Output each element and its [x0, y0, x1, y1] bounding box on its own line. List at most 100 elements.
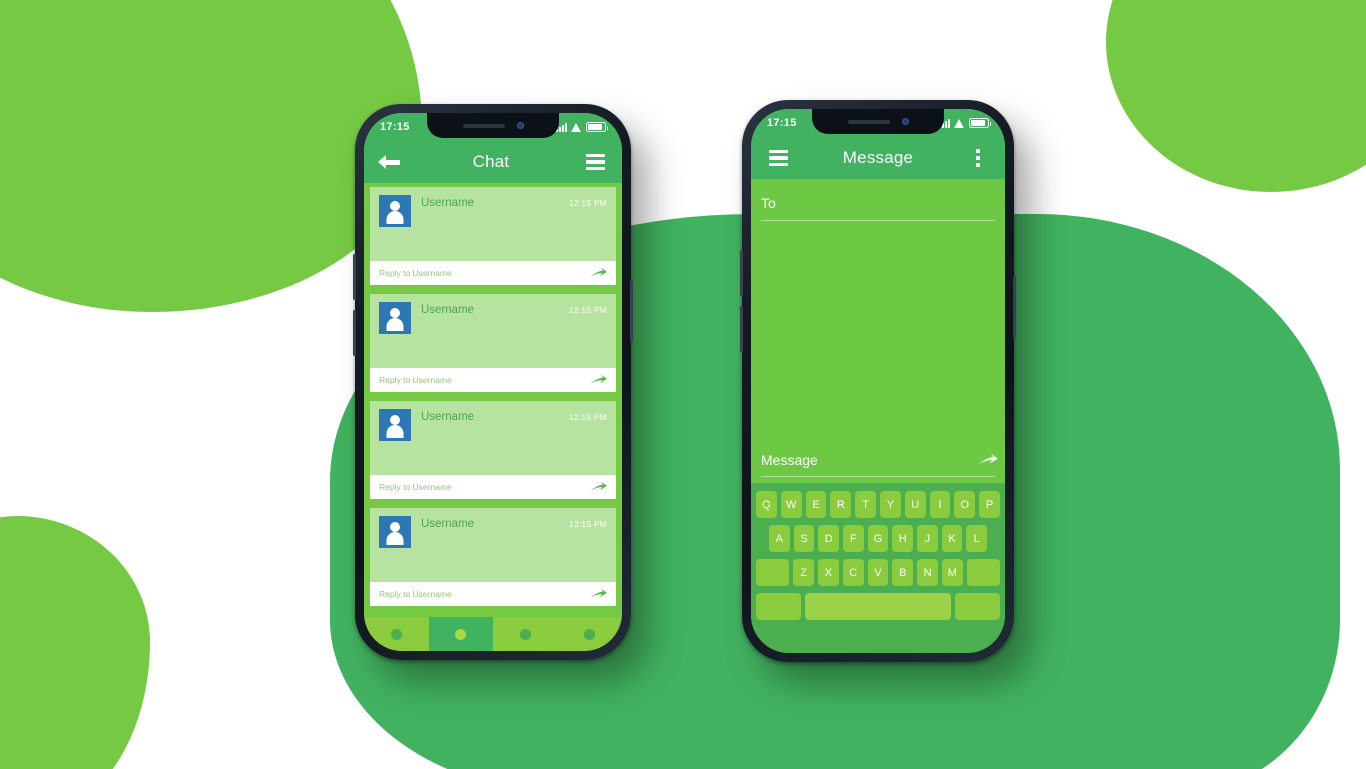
chat-timestamp: 12:15 PM [569, 412, 607, 422]
status-time: 17:15 [767, 117, 797, 129]
wifi-icon [571, 123, 582, 132]
backspace-key[interactable] [966, 559, 1000, 586]
key-h[interactable]: H [892, 525, 914, 552]
hamburger-menu-icon[interactable] [765, 145, 791, 171]
app-mockup-canvas: 17:15 Chat Username 12:15 PM Reply to Us… [0, 0, 1366, 769]
speaker-grille-icon [847, 119, 890, 124]
chat-username: Username [421, 304, 475, 316]
key-f[interactable]: F [843, 525, 864, 552]
key-t[interactable]: T [855, 491, 876, 518]
hamburger-menu-icon[interactable] [582, 149, 608, 175]
send-arrow-icon[interactable] [590, 374, 607, 387]
key-o[interactable]: O [954, 491, 976, 518]
key-a[interactable]: A [768, 525, 790, 552]
nav-dot-icon [584, 628, 596, 640]
chat-card[interactable]: Username 12:15 PM Reply to Username [370, 508, 616, 606]
nav-dot-icon [455, 628, 467, 640]
key-d[interactable]: D [818, 525, 839, 552]
keyboard-row-1: Q W E R T Y U I O P [756, 491, 1000, 518]
key-c[interactable]: C [842, 559, 864, 586]
key-j[interactable]: J [917, 525, 938, 552]
keyboard-row-4 [756, 593, 1000, 620]
nav-item-2[interactable] [428, 617, 493, 651]
battery-icon [969, 118, 991, 128]
reply-input[interactable]: Reply to Username [379, 589, 590, 599]
key-u[interactable]: U [904, 491, 926, 518]
message-app-bar: Message [751, 137, 1005, 179]
reply-bar[interactable]: Reply to Username [370, 475, 616, 499]
reply-bar[interactable]: Reply to Username [370, 368, 616, 392]
key-w[interactable]: W [780, 491, 802, 518]
key-q[interactable]: Q [756, 491, 777, 518]
page-title: Message [842, 148, 914, 167]
send-arrow-icon[interactable] [590, 588, 607, 601]
front-camera-icon [901, 118, 909, 125]
user-avatar-icon [379, 409, 411, 441]
key-p[interactable]: P [979, 491, 1000, 518]
key-i[interactable]: I [929, 491, 951, 518]
chat-username: Username [421, 197, 475, 209]
status-time: 17:15 [380, 121, 410, 133]
chat-timestamp: 12:15 PM [569, 198, 607, 208]
user-avatar-icon [379, 516, 411, 548]
key-y[interactable]: Y [880, 491, 901, 518]
key-v[interactable]: V [867, 559, 889, 586]
keyboard-row-2: A S D F G H J K L [756, 525, 1000, 552]
reply-input[interactable]: Reply to Username [379, 375, 590, 385]
reply-bar[interactable]: Reply to Username [370, 582, 616, 606]
key-m[interactable]: M [941, 559, 963, 586]
chat-username: Username [421, 518, 475, 530]
chat-card-header: Username 12:15 PM [370, 401, 616, 475]
nav-dot-icon [519, 628, 531, 640]
reply-bar[interactable]: Reply to Username [370, 261, 616, 285]
key-e[interactable]: E [805, 491, 827, 518]
shift-key[interactable] [756, 559, 790, 586]
to-field[interactable]: To [761, 185, 995, 221]
message-input[interactable]: Message [761, 452, 978, 468]
chat-screen: 17:15 Chat Username 12:15 PM Reply to Us… [364, 113, 622, 651]
send-arrow-icon[interactable] [978, 453, 998, 466]
send-arrow-icon[interactable] [590, 267, 607, 280]
key-n[interactable]: N [917, 559, 938, 586]
nav-item-1[interactable] [364, 617, 429, 651]
nav-item-4[interactable] [558, 617, 623, 651]
key-r[interactable]: R [830, 491, 852, 518]
key-s[interactable]: S [793, 525, 815, 552]
notch [812, 109, 944, 134]
nav-item-3[interactable] [493, 617, 558, 651]
symbols-key[interactable] [756, 593, 801, 620]
return-key[interactable] [955, 593, 1000, 620]
status-icons [939, 118, 991, 128]
more-vertical-icon[interactable] [965, 145, 991, 171]
key-b[interactable]: B [892, 559, 914, 586]
reply-input[interactable]: Reply to Username [379, 482, 590, 492]
reply-input[interactable]: Reply to Username [379, 268, 590, 278]
message-compose-area: To [751, 179, 1005, 483]
key-z[interactable]: Z [793, 559, 815, 586]
phone-right-message: 17:15 Message To Message Q W E R T Y U I… [740, 100, 1016, 662]
chat-card[interactable]: Username 12:15 PM Reply to Username [370, 401, 616, 499]
key-k[interactable]: K [941, 525, 963, 552]
user-avatar-icon [379, 302, 411, 334]
chat-timestamp: 12:15 PM [569, 519, 607, 529]
battery-icon [586, 122, 608, 132]
key-x[interactable]: X [818, 559, 839, 586]
back-arrow-icon[interactable] [378, 153, 400, 171]
chat-card-header: Username 12:15 PM [370, 187, 616, 261]
chat-card[interactable]: Username 12:15 PM Reply to Username [370, 187, 616, 285]
background-blob-top-right [1106, 0, 1366, 192]
space-key[interactable] [804, 593, 952, 620]
on-screen-keyboard[interactable]: Q W E R T Y U I O P A S D F G H J K L Z … [751, 483, 1005, 653]
status-icons [556, 122, 608, 132]
chat-list[interactable]: Username 12:15 PM Reply to Username User… [364, 183, 622, 617]
chat-card[interactable]: Username 12:15 PM Reply to Username [370, 294, 616, 392]
key-l[interactable]: L [966, 525, 988, 552]
keyboard-row-3: Z X C V B N M [756, 559, 1000, 586]
message-input-row[interactable]: Message [761, 443, 998, 477]
speaker-grille-icon [462, 123, 505, 128]
chat-timestamp: 12:15 PM [569, 305, 607, 315]
nav-dot-icon [390, 628, 402, 640]
background-blob-bottom-left [0, 516, 150, 769]
key-g[interactable]: G [867, 525, 889, 552]
send-arrow-icon[interactable] [590, 481, 607, 494]
